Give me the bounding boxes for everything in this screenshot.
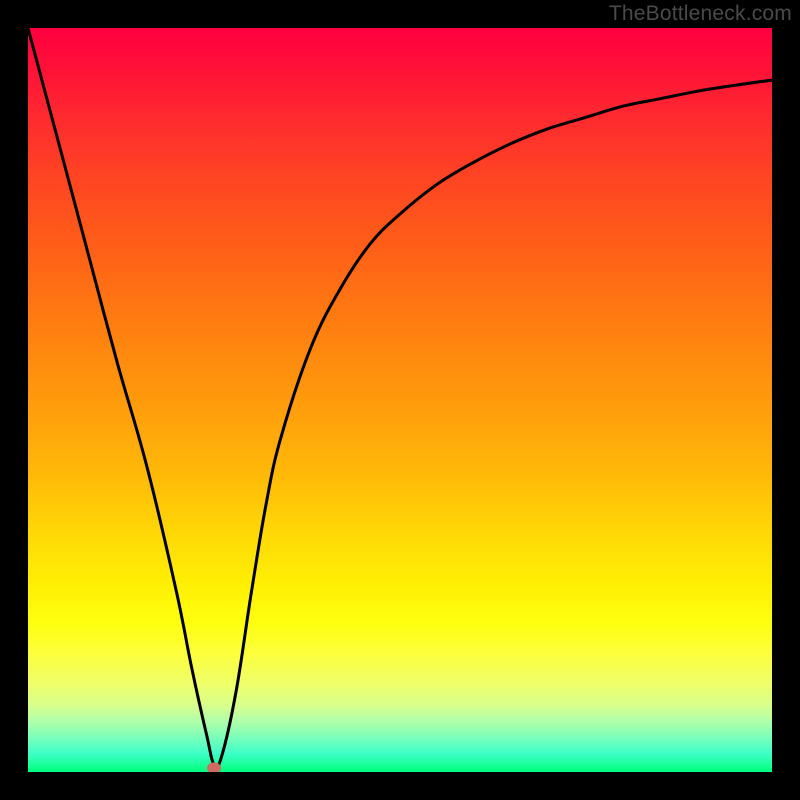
bottleneck-curve-path [28, 28, 772, 768]
attribution-text: TheBottleneck.com [609, 2, 792, 26]
curve-layer [28, 28, 772, 772]
plot-area [28, 28, 772, 772]
minimum-marker [207, 763, 221, 772]
chart-frame: TheBottleneck.com [0, 0, 800, 800]
